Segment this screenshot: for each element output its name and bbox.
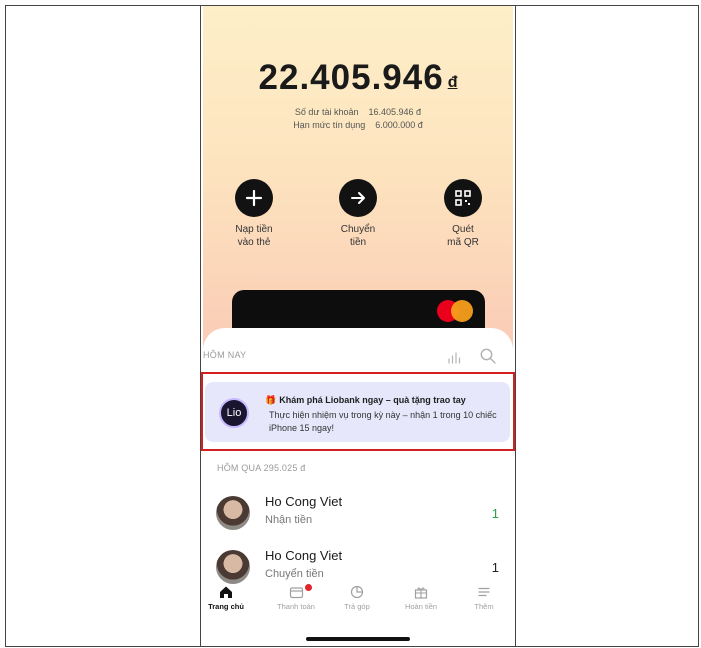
transaction-amount: 1 — [491, 560, 499, 575]
tab-payment[interactable]: Thanh toán — [266, 585, 326, 611]
account-balance-value: 16.405.946 đ — [368, 107, 422, 117]
transfer-label: Chuyển tiền — [340, 224, 376, 248]
transaction-type: Chuyển tiền — [265, 568, 324, 580]
scan-qr-label: Quét mã QR — [447, 224, 479, 248]
account-balance-line: Số dư tài khoản 16.405.946 đ — [203, 107, 513, 117]
pie-chart-icon — [350, 585, 364, 599]
arrow-right-icon — [351, 192, 365, 204]
home-indicator — [306, 637, 410, 641]
frame-divider-left — [200, 5, 201, 647]
account-balance-label: Số dư tài khoản — [294, 107, 359, 117]
home-icon — [220, 586, 232, 598]
top-up-button[interactable] — [235, 179, 273, 217]
scan-qr-button[interactable] — [444, 179, 482, 217]
transaction-name: Ho Cong Viet — [265, 494, 343, 509]
top-up-label: Nạp tiền vào thẻ — [235, 224, 273, 248]
transaction-amount: 1 — [491, 506, 499, 521]
transfer-button[interactable] — [339, 179, 377, 217]
transaction-name: Ho Cong Viet — [265, 548, 343, 563]
search-icon[interactable] — [479, 347, 497, 365]
credit-limit-line: Hạn mức tín dụng 6.000.000 đ — [203, 120, 513, 130]
avatar — [216, 550, 250, 584]
credit-limit-label: Hạn mức tín dụng — [293, 120, 366, 130]
tab-home[interactable]: Trang chủ — [203, 585, 256, 611]
balance-amount: 22.405.946 — [258, 58, 444, 97]
notification-dot — [305, 584, 312, 591]
wallet-icon — [289, 587, 303, 599]
account-balance: 22.405.946 đ — [203, 58, 513, 98]
gift-icon — [414, 587, 428, 599]
phone-screen: 22.405.946 đ Số dư tài khoản 16.405.946 đ … — [203, 6, 513, 646]
plus-icon — [245, 189, 263, 207]
transaction-row[interactable]: Ho Cong Viet Nhận tiền 1 — [203, 494, 513, 542]
credit-limit-value: 6.000.000 đ — [375, 120, 423, 130]
transaction-type: Nhận tiền — [265, 514, 313, 526]
tab-installment[interactable]: Trả góp — [327, 585, 387, 611]
highlight-outline — [201, 372, 515, 451]
statistics-icon[interactable] — [447, 351, 461, 364]
avatar — [216, 496, 250, 530]
balance-currency: đ — [447, 74, 458, 91]
today-heading: HÔM NAY — [203, 350, 247, 360]
mastercard-logo-right — [451, 300, 473, 322]
yesterday-heading: HÔM QUA 295.025 đ — [217, 463, 306, 473]
frame-divider-right — [515, 5, 516, 647]
menu-icon — [478, 587, 490, 597]
tab-more[interactable]: Thêm — [454, 585, 513, 611]
tab-cashback[interactable]: Hoàn tiền — [391, 585, 451, 611]
bottom-tab-bar: Trang chủ Thanh toán Trả góp Hoàn tiền T… — [203, 581, 513, 636]
qr-code-icon — [455, 190, 471, 206]
